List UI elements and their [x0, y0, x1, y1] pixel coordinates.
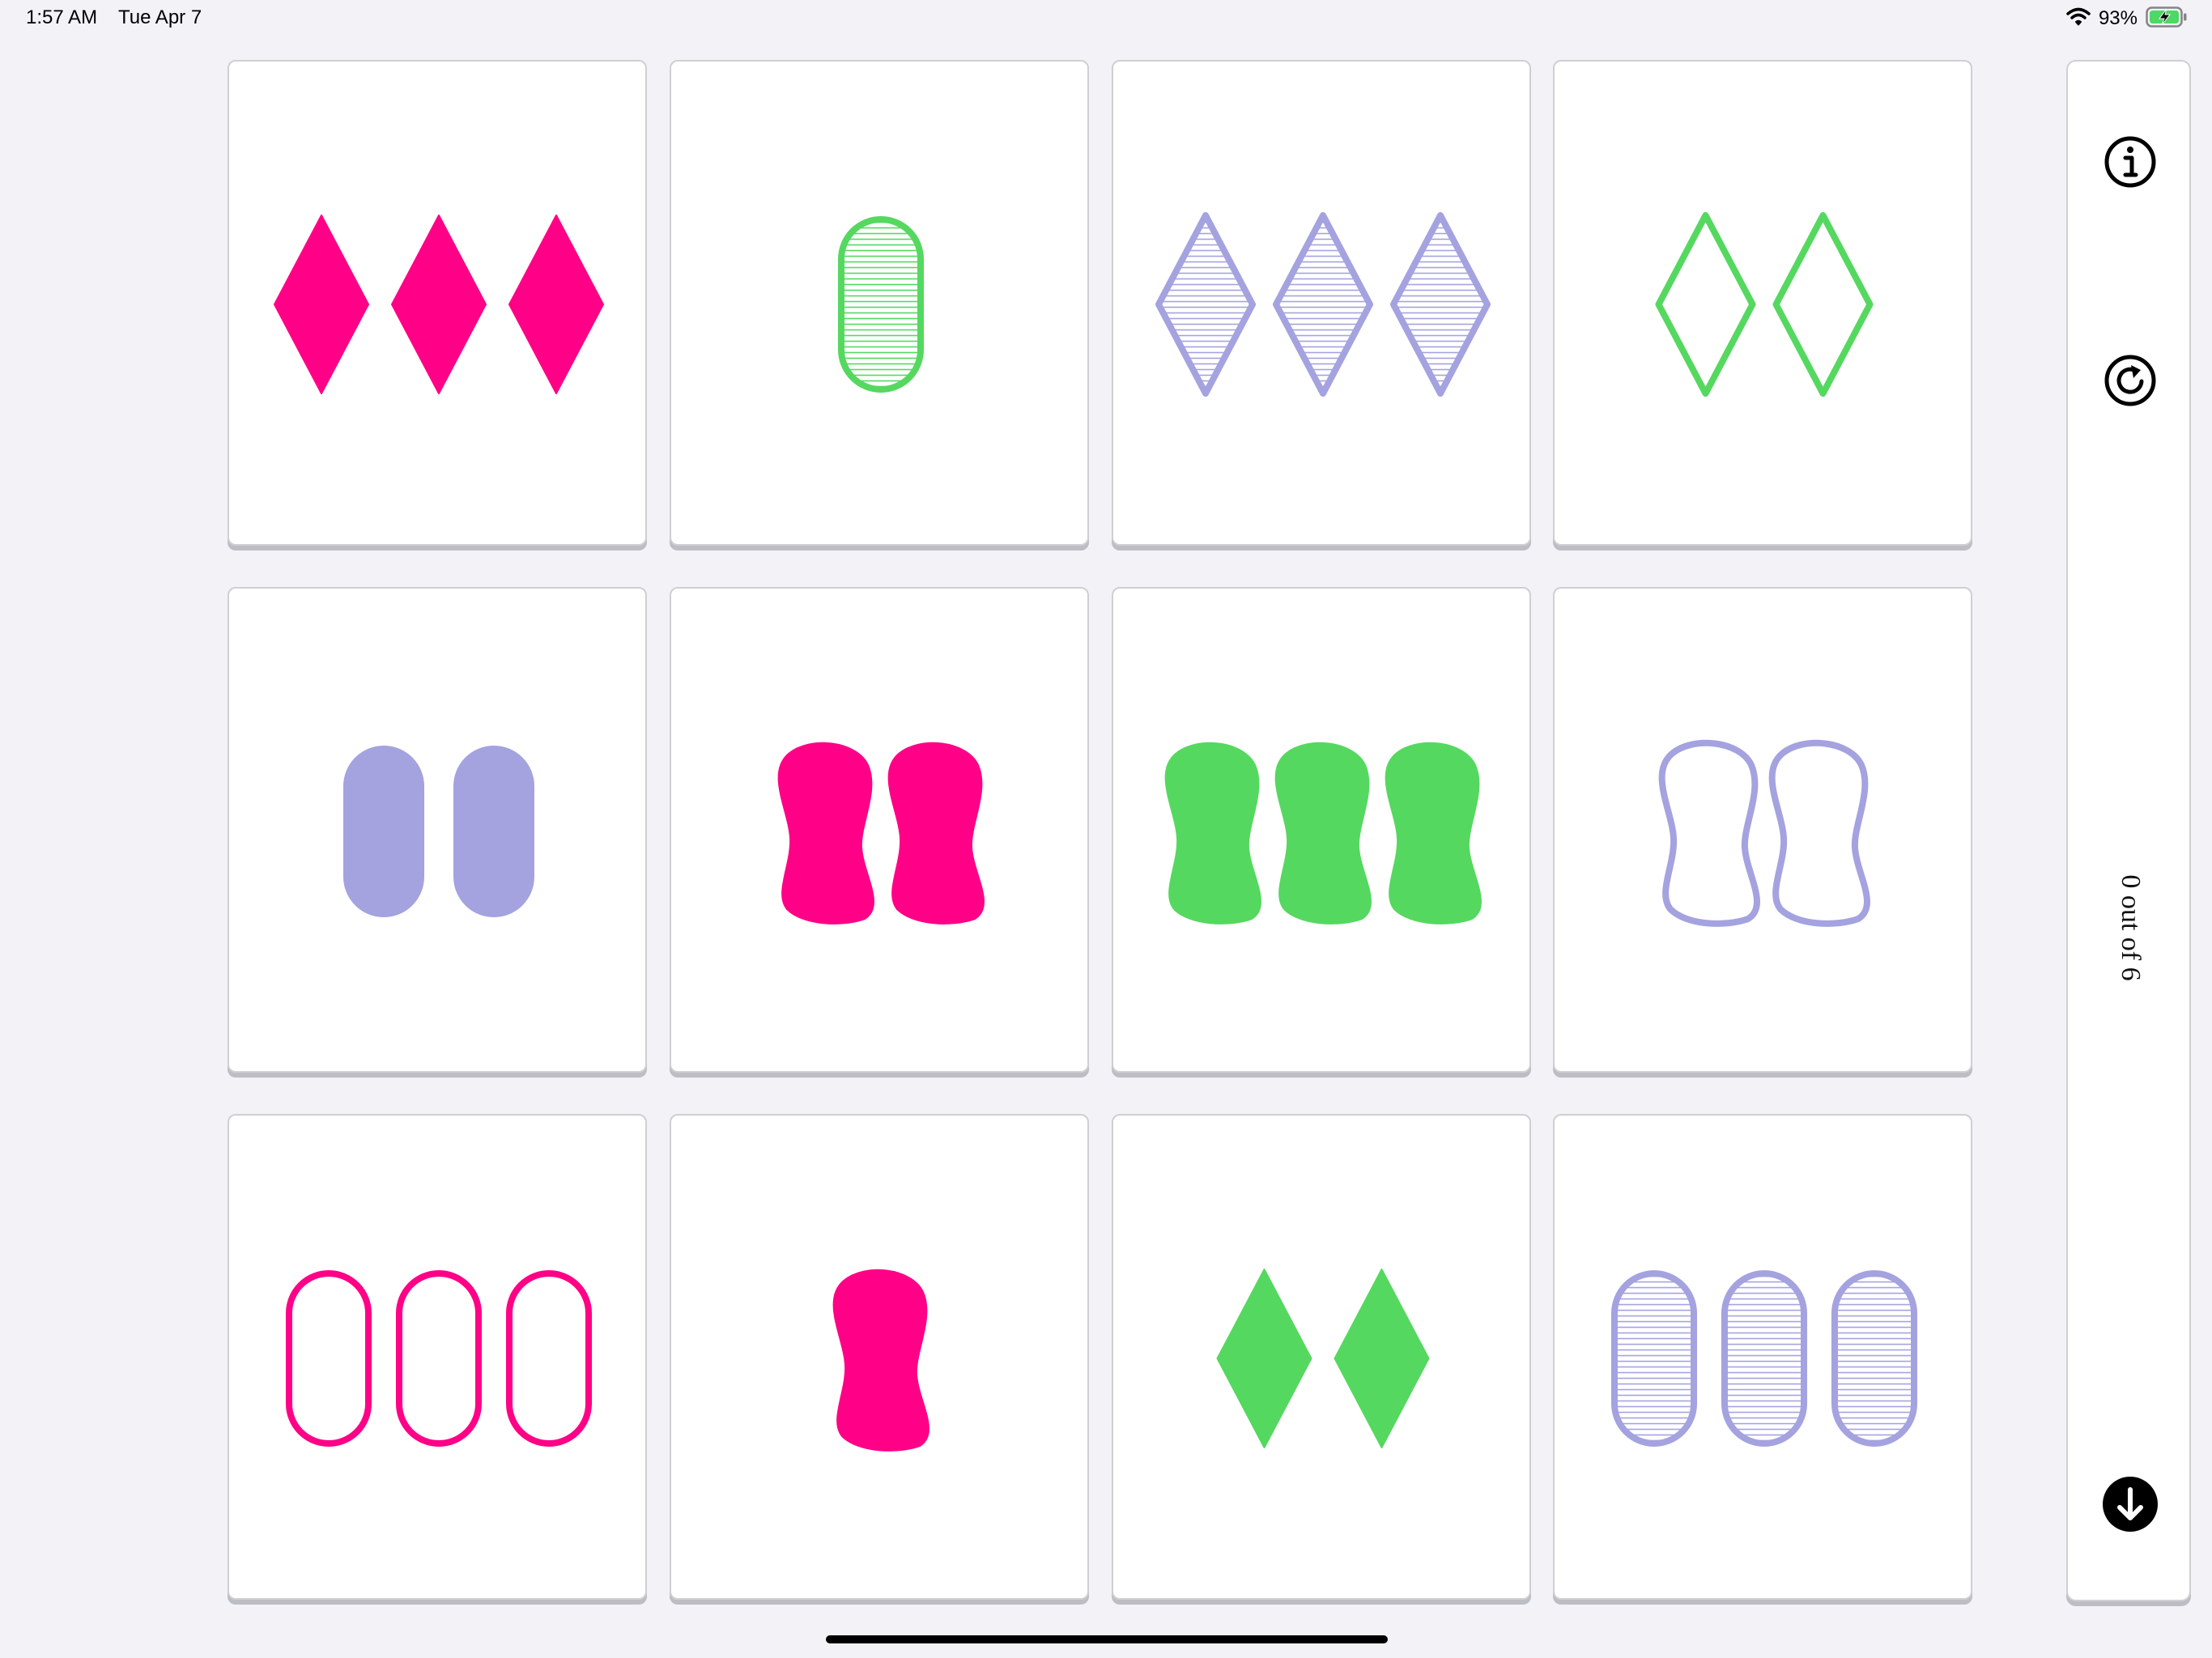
- squiggle-symbol: [1768, 739, 1870, 927]
- card-symbols: [1658, 739, 1870, 927]
- score-text: 0 out of 6: [2116, 874, 2146, 981]
- squiggle-symbol: [832, 1269, 929, 1452]
- battery-percent: 93%: [2098, 7, 2138, 29]
- diamond-symbol: [1155, 212, 1256, 397]
- card-9[interactable]: [228, 1114, 647, 1600]
- card-symbols: [1655, 212, 1874, 397]
- card-symbols: [1216, 1269, 1430, 1448]
- oval-symbol: [1611, 1270, 1697, 1447]
- card-symbols: [274, 215, 604, 394]
- squiggle-symbol: [887, 742, 985, 925]
- diamond-symbol: [1655, 212, 1756, 397]
- wifi-icon: [2066, 7, 2091, 31]
- squiggle-symbol: [1658, 739, 1760, 927]
- squiggle-symbol: [1274, 742, 1372, 925]
- card-symbols: [832, 1269, 929, 1452]
- diamond-symbol: [274, 215, 369, 394]
- arrow-down-icon: [2101, 1475, 2159, 1533]
- restart-icon: [2101, 351, 2159, 410]
- squiggle-symbol: [1385, 742, 1482, 925]
- card-symbols: [286, 1270, 592, 1447]
- status-right: 93%: [2066, 5, 2188, 32]
- card-1[interactable]: [228, 60, 647, 546]
- card-11[interactable]: [1112, 1114, 1531, 1600]
- oval-symbol: [838, 216, 924, 393]
- status-date: Tue Apr 7: [118, 6, 202, 28]
- info-button[interactable]: [2101, 133, 2159, 191]
- card-symbols: [343, 746, 534, 917]
- card-5[interactable]: [228, 587, 647, 1073]
- diamond-symbol: [1772, 212, 1874, 397]
- card-10[interactable]: [670, 1114, 1089, 1600]
- card-7[interactable]: [1112, 587, 1531, 1073]
- card-3[interactable]: [1112, 60, 1531, 546]
- oval-symbol: [396, 1270, 482, 1447]
- oval-symbol: [286, 1270, 372, 1447]
- diamond-symbol: [1273, 212, 1373, 397]
- deal-more-button[interactable]: [2101, 1475, 2159, 1533]
- card-symbols: [1155, 212, 1491, 397]
- diamond-symbol: [1390, 212, 1491, 397]
- diamond-symbol: [1334, 1269, 1430, 1448]
- diamond-symbol: [391, 215, 487, 394]
- card-8[interactable]: [1553, 587, 1972, 1073]
- squiggle-symbol: [1164, 742, 1261, 925]
- battery-charging-icon: [2146, 6, 2188, 32]
- squiggle-symbol: [777, 742, 874, 925]
- restart-button[interactable]: [2101, 351, 2159, 410]
- card-symbols: [1611, 1270, 1917, 1447]
- sidebar: 0 out of 6: [2066, 60, 2191, 1601]
- oval-symbol: [1831, 1270, 1917, 1447]
- oval-symbol: [1721, 1270, 1807, 1447]
- oval-symbol: [506, 1270, 592, 1447]
- status-bar: 1:57 AM Tue Apr 7 93%: [0, 0, 2212, 39]
- card-6[interactable]: [670, 587, 1089, 1073]
- card-12[interactable]: [1553, 1114, 1972, 1600]
- oval-symbol: [343, 746, 424, 917]
- diamond-symbol: [1216, 1269, 1312, 1448]
- status-time: 1:57 AM: [26, 6, 98, 28]
- oval-symbol: [453, 746, 534, 917]
- diamond-symbol: [508, 215, 604, 394]
- info-icon: [2101, 133, 2159, 191]
- card-symbols: [838, 216, 924, 393]
- card-4[interactable]: [1553, 60, 1972, 546]
- home-indicator[interactable]: [826, 1635, 1388, 1643]
- card-symbols: [777, 742, 985, 925]
- card-2[interactable]: [670, 60, 1089, 546]
- card-symbols: [1164, 742, 1482, 925]
